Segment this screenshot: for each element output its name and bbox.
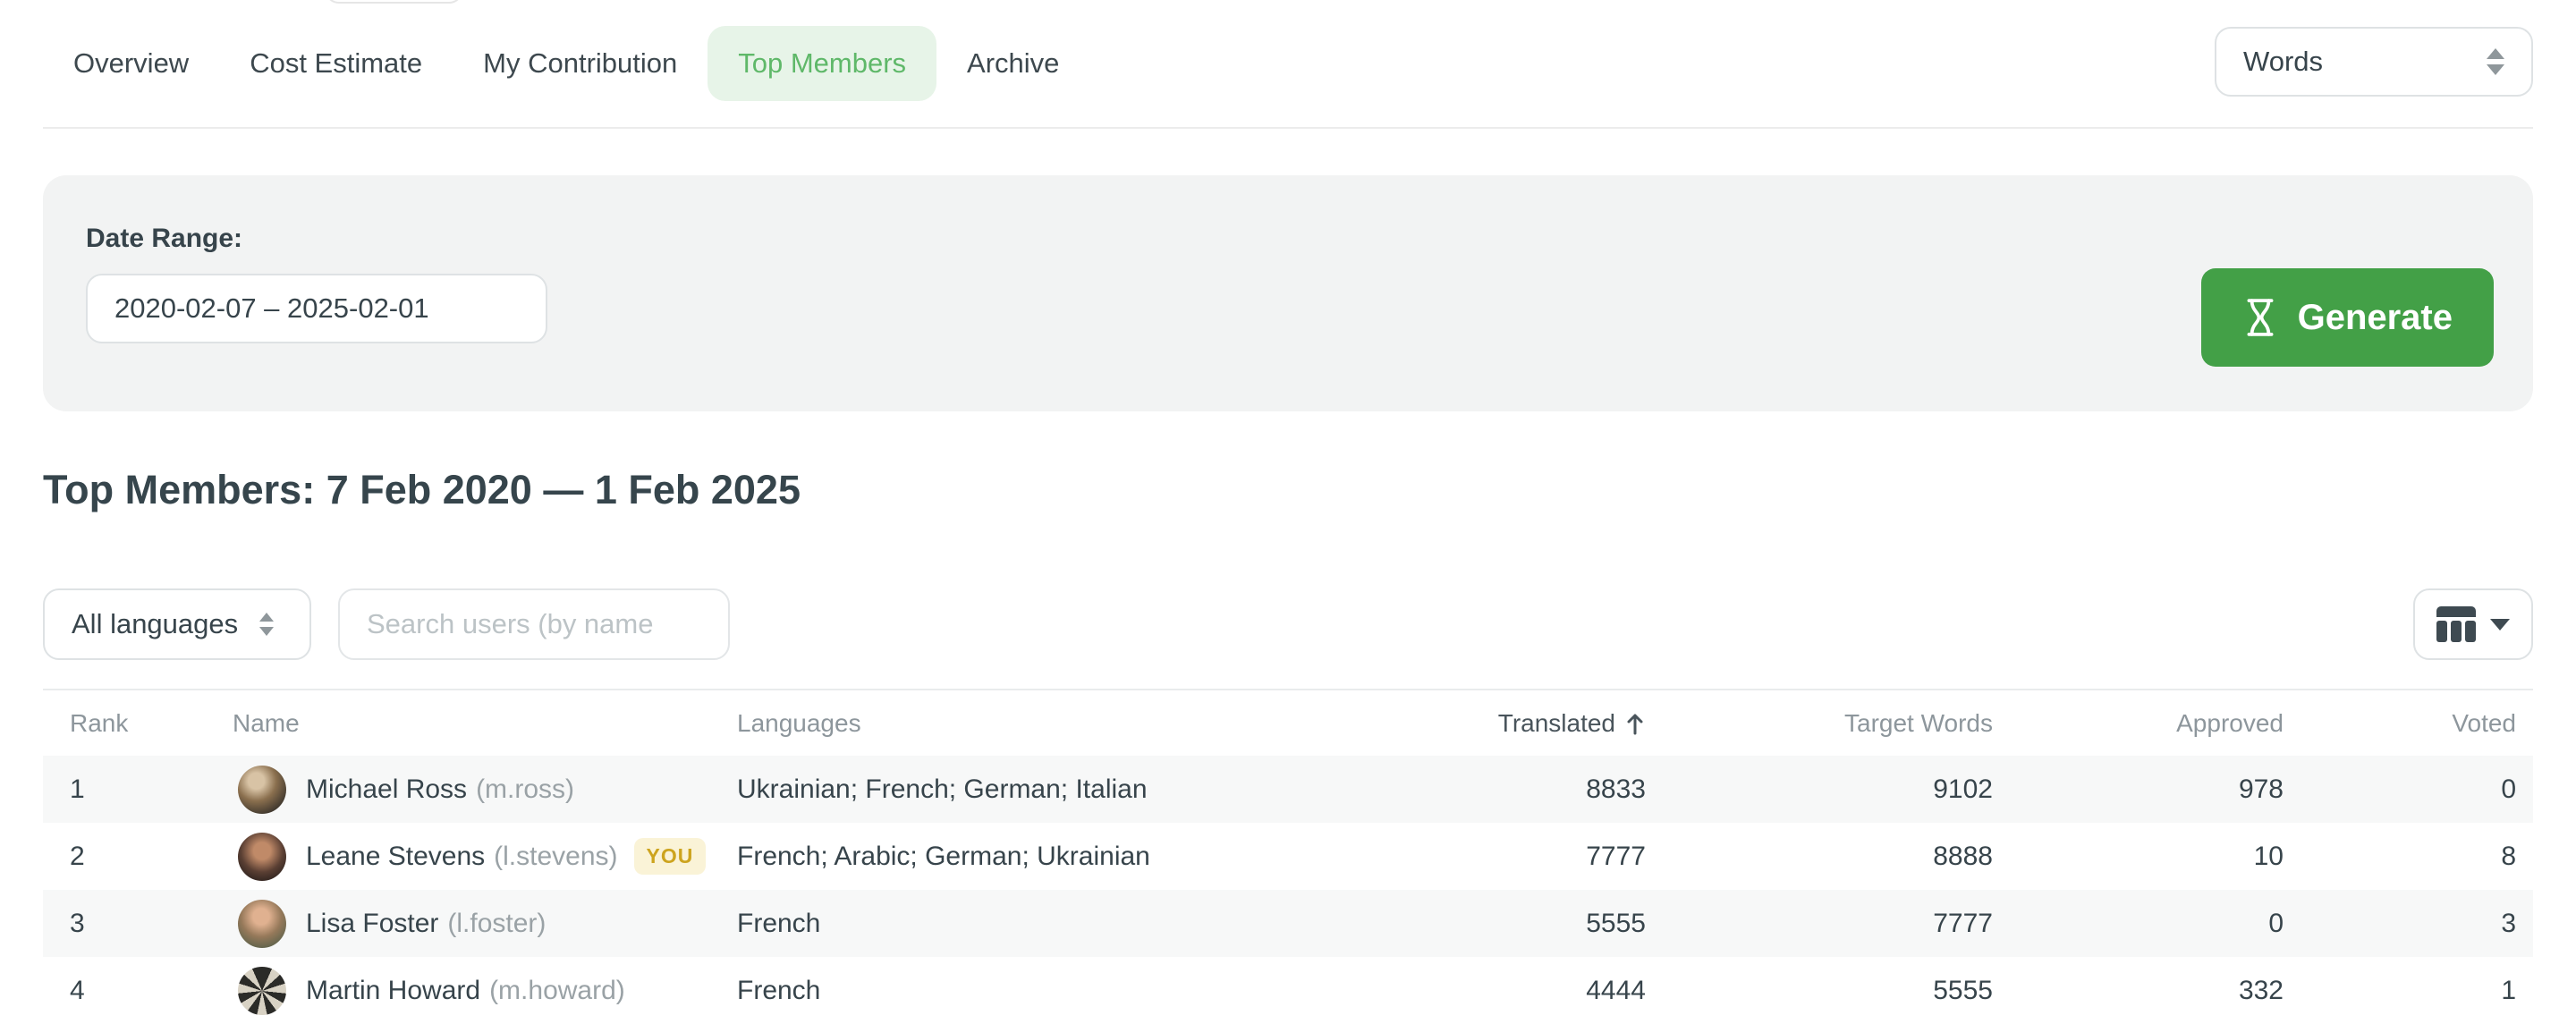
report-tabs: Overview Cost Estimate My Contribution T… (43, 0, 2533, 129)
language-filter-select[interactable]: All languages (43, 588, 311, 660)
table-header-row: Rank Name Languages Translated Target Wo… (43, 689, 2533, 756)
avatar (238, 766, 286, 814)
voted-value: 3 (2284, 909, 2516, 939)
tab-top-members[interactable]: Top Members (708, 26, 936, 101)
sort-ascending-icon (1624, 711, 1646, 736)
select-arrows-icon (2487, 48, 2504, 75)
tab-my-contribution[interactable]: My Contribution (453, 26, 708, 101)
column-header-voted[interactable]: Voted (2284, 709, 2516, 738)
column-header-rank[interactable]: Rank (43, 709, 233, 738)
languages-value: French; Arabic; German; Ukrainian (737, 842, 1309, 872)
translated-value: 7777 (1309, 842, 1646, 872)
search-input[interactable] (338, 588, 730, 660)
user-username: (l.stevens) (494, 842, 617, 872)
column-header-approved[interactable]: Approved (1993, 709, 2284, 738)
rank-value: 1 (43, 774, 233, 805)
rank-value: 2 (43, 842, 233, 872)
avatar (238, 900, 286, 948)
tab-overview[interactable]: Overview (43, 26, 219, 101)
user-name: Leane Stevens (306, 842, 485, 872)
table-columns-icon (2436, 606, 2476, 642)
column-header-translated[interactable]: Translated (1309, 709, 1646, 738)
date-range-label: Date Range: (86, 224, 242, 254)
hourglass-icon (2242, 298, 2278, 337)
avatar (238, 967, 286, 1015)
target-words-value: 8888 (1646, 842, 1993, 872)
chevron-down-icon (2490, 619, 2510, 630)
language-filter-value: All languages (72, 608, 238, 640)
you-badge: YOU (634, 838, 707, 875)
user-cell[interactable]: Martin Howard (m.howard) (233, 967, 737, 1015)
column-header-name[interactable]: Name (233, 709, 737, 738)
select-arrows-icon (259, 613, 274, 636)
languages-value: Ukrainian; French; German; Italian (737, 774, 1309, 805)
approved-value: 332 (1993, 976, 2284, 1006)
tab-archive[interactable]: Archive (936, 26, 1089, 101)
column-header-target-words[interactable]: Target Words (1646, 709, 1993, 738)
target-words-value: 5555 (1646, 976, 1993, 1006)
top-members-table: Rank Name Languages Translated Target Wo… (43, 689, 2533, 1024)
user-cell[interactable]: Leane Stevens (l.stevens) YOU (233, 833, 737, 881)
generate-button-label: Generate (2298, 298, 2453, 338)
languages-value: French (737, 909, 1309, 939)
user-name: Lisa Foster (306, 909, 438, 939)
avatar (238, 833, 286, 881)
rank-value: 4 (43, 976, 233, 1006)
rank-value: 3 (43, 909, 233, 939)
report-generator-panel: Date Range: Generate (43, 175, 2533, 411)
voted-value: 1 (2284, 976, 2516, 1006)
user-cell[interactable]: Michael Ross (m.ross) (233, 766, 737, 814)
voted-value: 8 (2284, 842, 2516, 872)
voted-value: 0 (2284, 774, 2516, 805)
approved-value: 978 (1993, 774, 2284, 805)
tab-cost-estimate[interactable]: Cost Estimate (219, 26, 453, 101)
languages-value: French (737, 976, 1309, 1006)
unit-select-value: Words (2243, 46, 2323, 78)
date-range-input[interactable] (86, 274, 547, 343)
table-row: 2 Leane Stevens (l.stevens) YOU French; … (43, 823, 2533, 890)
user-name: Martin Howard (306, 976, 480, 1006)
columns-settings-button[interactable] (2413, 588, 2533, 660)
generate-button[interactable]: Generate (2201, 268, 2494, 367)
table-row: 1 Michael Ross (m.ross) Ukrainian; Frenc… (43, 756, 2533, 823)
unit-select[interactable]: Words (2215, 27, 2533, 97)
approved-value: 10 (1993, 842, 2284, 872)
approved-value: 0 (1993, 909, 2284, 939)
user-username: (m.howard) (489, 976, 625, 1006)
filters-row: All languages (43, 588, 2533, 660)
table-row: 3 Lisa Foster (l.foster) French 5555 777… (43, 890, 2533, 957)
user-username: (m.ross) (476, 774, 574, 805)
user-name: Michael Ross (306, 774, 467, 805)
page-title: Top Members: 7 Feb 2020 — 1 Feb 2025 (43, 467, 801, 513)
table-row: 4 Martin Howard (m.howard) French 4444 5… (43, 957, 2533, 1024)
translated-value: 5555 (1309, 909, 1646, 939)
target-words-value: 9102 (1646, 774, 1993, 805)
column-header-languages[interactable]: Languages (737, 709, 1309, 738)
translated-value: 8833 (1309, 774, 1646, 805)
target-words-value: 7777 (1646, 909, 1993, 939)
user-cell[interactable]: Lisa Foster (l.foster) (233, 900, 737, 948)
user-username: (l.foster) (447, 909, 546, 939)
translated-value: 4444 (1309, 976, 1646, 1006)
